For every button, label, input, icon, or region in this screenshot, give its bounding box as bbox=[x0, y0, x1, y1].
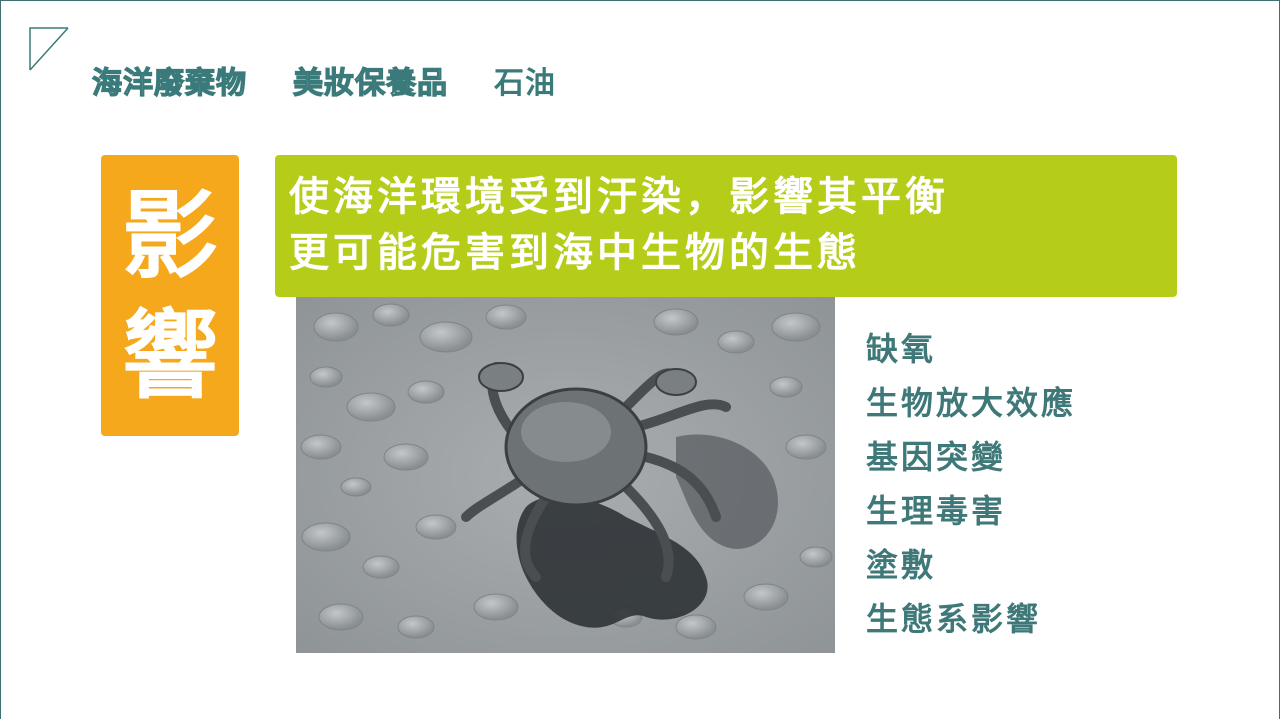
list-item: 生態系影響 bbox=[866, 600, 1042, 638]
list-item: 生理毒害 bbox=[866, 492, 1007, 530]
impact-title-char: 響 bbox=[122, 299, 218, 412]
corner-triangle-icon bbox=[29, 27, 69, 71]
impact-title-char: 影 bbox=[122, 179, 218, 292]
headline-line: 使海洋環境受到汙染，影響其平衡 bbox=[289, 174, 949, 220]
nav-item-cosmetics[interactable]: 美妝保養品 bbox=[292, 64, 448, 104]
headline-line: 更可能危害到海中生物的生態 bbox=[289, 230, 861, 276]
crab-photo-illustration bbox=[296, 297, 835, 653]
effects-list: 缺氧 生物放大效應 基因突變 生理毒害 塗敷 生態系影響 bbox=[866, 322, 1076, 646]
impact-title-box: 影 響 bbox=[101, 155, 239, 436]
oil-covered-crab-photo bbox=[296, 297, 835, 653]
headline-banner: 使海洋環境受到汙染，影響其平衡 更可能危害到海中生物的生態 bbox=[275, 155, 1177, 297]
list-item: 基因突變 bbox=[866, 438, 1007, 476]
list-item: 生物放大效應 bbox=[866, 384, 1077, 422]
list-item: 塗敷 bbox=[866, 546, 937, 584]
nav-item-petroleum[interactable]: 石油 bbox=[494, 64, 556, 104]
list-item: 缺氧 bbox=[866, 330, 937, 368]
topic-nav: 海洋廢棄物 美妝保養品 石油 bbox=[91, 62, 556, 106]
nav-item-marine-debris[interactable]: 海洋廢棄物 bbox=[91, 64, 247, 104]
